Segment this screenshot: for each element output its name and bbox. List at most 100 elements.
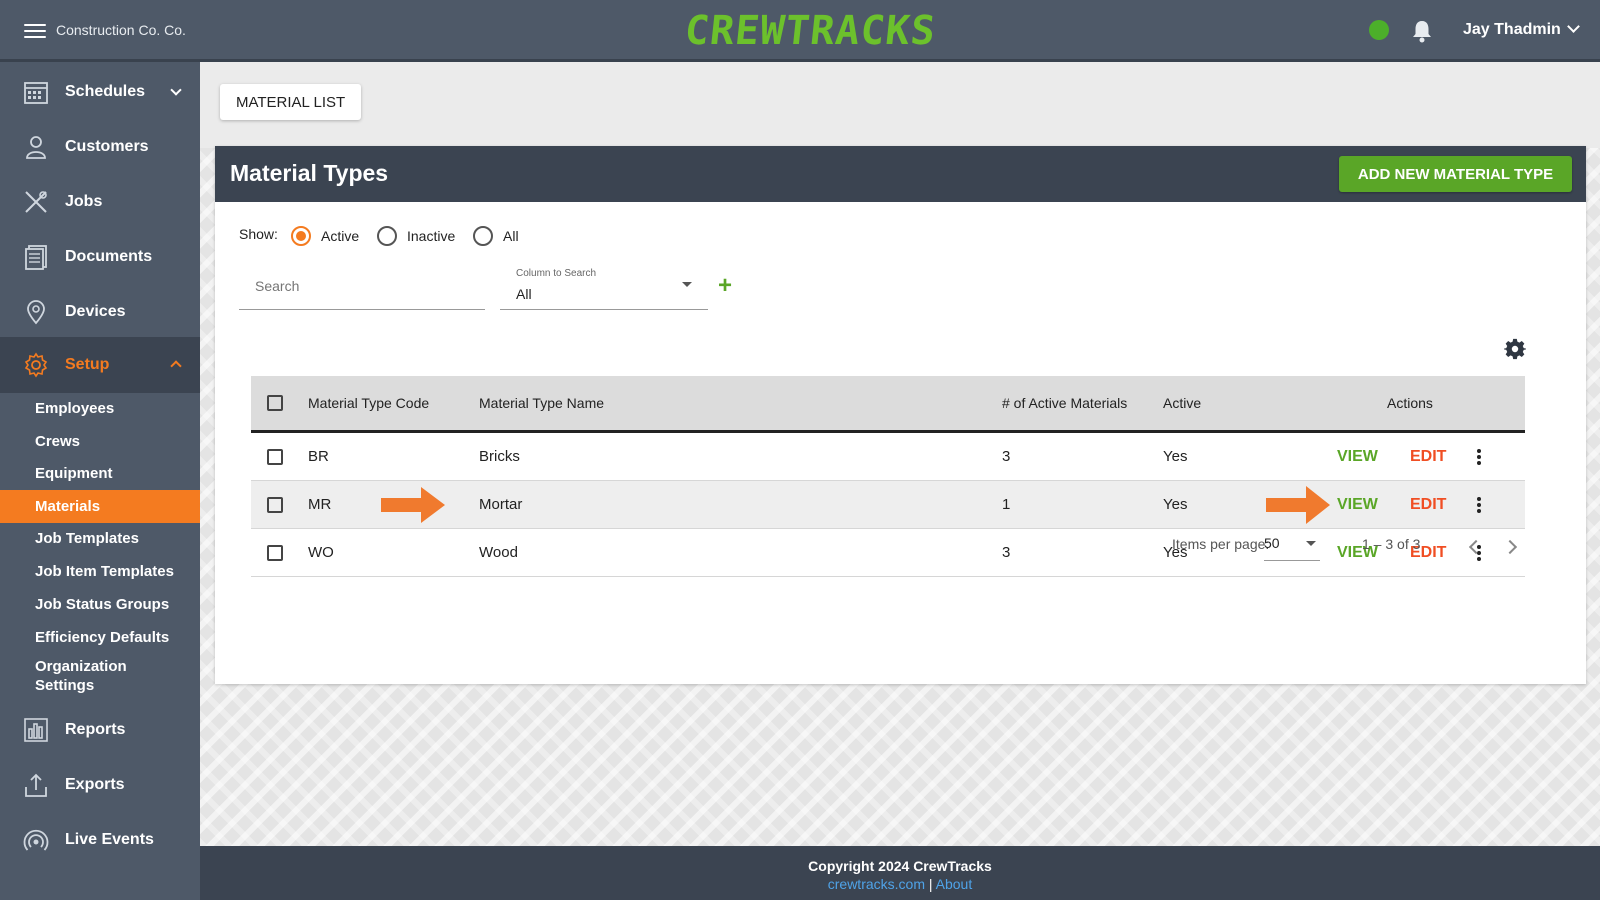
upload-icon — [25, 773, 47, 797]
view-button[interactable]: VIEW — [1337, 481, 1378, 528]
sidebar-subitem-job-templates[interactable]: Job Templates — [0, 522, 200, 555]
header-material-type-name[interactable]: Material Type Name — [479, 376, 604, 430]
bar-chart-icon — [24, 718, 48, 742]
select-value: All — [516, 286, 532, 302]
notifications-bell-icon[interactable] — [1411, 19, 1433, 43]
cell-count: 3 — [1002, 544, 1011, 561]
sidebar-item-label: Jobs — [65, 193, 103, 210]
sidebar-subitem-efficiency-defaults[interactable]: Efficiency Defaults — [0, 621, 200, 654]
sidebar-item-label: Customers — [65, 138, 149, 155]
gear-icon — [24, 352, 48, 378]
more-options-icon[interactable] — [1477, 529, 1481, 576]
radio-unchecked-icon — [473, 226, 493, 246]
header-active-materials-count[interactable]: # of Active Materials — [1002, 376, 1127, 430]
select-value: 50 — [1264, 535, 1280, 551]
more-options-icon[interactable] — [1477, 433, 1481, 480]
sidebar-item-reports[interactable]: Reports — [0, 702, 200, 758]
sidebar-item-label: Setup — [65, 356, 110, 373]
header-active[interactable]: Active — [1163, 376, 1201, 430]
calendar-icon — [24, 82, 48, 104]
sidebar-item-jobs[interactable]: Jobs — [0, 174, 200, 230]
sidebar-item-customers[interactable]: Customers — [0, 119, 200, 175]
sidebar-subitem-materials[interactable]: Materials — [0, 490, 200, 523]
cell-name: Bricks — [479, 448, 520, 465]
select-label: Column to Search — [516, 268, 597, 279]
cell-name: Mortar — [479, 496, 523, 513]
hamburger-menu-icon[interactable] — [24, 20, 46, 42]
view-button[interactable]: VIEW — [1337, 433, 1378, 480]
header-actions: Actions — [1387, 395, 1433, 411]
page-range: 1 – 3 of 3 — [1362, 536, 1421, 552]
tools-icon — [25, 191, 47, 213]
sidebar-subitem-job-item-templates[interactable]: Job Item Templates — [0, 555, 200, 588]
row-checkbox[interactable] — [267, 496, 283, 513]
more-options-icon[interactable] — [1477, 481, 1481, 528]
header-material-type-code[interactable]: Material Type Code — [308, 376, 429, 430]
sidebar-item-exports[interactable]: Exports — [0, 757, 200, 813]
sidebar-subitem-job-status-groups[interactable]: Job Status Groups — [0, 588, 200, 621]
cell-code: MR — [308, 496, 332, 513]
add-filter-plus-icon[interactable]: + — [718, 274, 732, 298]
radio-label: Inactive — [407, 228, 456, 244]
radio-label: All — [503, 228, 519, 244]
items-per-page-select[interactable]: 50 — [1264, 531, 1320, 561]
sidebar-item-devices[interactable]: Devices — [0, 284, 200, 340]
location-pin-icon — [27, 300, 45, 325]
sidebar-item-label: Live Events — [65, 831, 154, 848]
top-bar: Construction Co. Co. CREWTRACKS Jay Thad… — [0, 0, 1600, 62]
cell-active: Yes — [1163, 448, 1188, 465]
settings-gear-icon[interactable] — [1504, 338, 1526, 360]
link-separator: | — [928, 876, 933, 892]
sidebar-item-documents[interactable]: Documents — [0, 229, 200, 285]
company-name: Construction Co. Co. — [56, 22, 186, 38]
crewtracks-logo: CREWTRACKS — [682, 8, 939, 54]
tab-strip: MATERIAL LIST — [200, 62, 1600, 148]
filter-inactive-radio[interactable]: Inactive — [377, 226, 455, 246]
row-checkbox[interactable] — [267, 544, 283, 561]
user-menu[interactable]: Jay Thadmin — [1463, 20, 1580, 39]
sidebar-item-setup[interactable]: Setup — [0, 337, 200, 393]
chevron-up-icon — [170, 360, 182, 372]
column-to-search-select[interactable]: Column to Search All — [500, 262, 708, 310]
search-input[interactable] — [239, 262, 485, 310]
table-header: Material Type Code Material Type Name # … — [251, 376, 1525, 433]
footer: Copyright 2024 CrewTracks crewtracks.com… — [200, 846, 1600, 900]
sidebar-subitem-employees[interactable]: Employees — [0, 392, 200, 425]
sidebar-item-label: Documents — [65, 248, 153, 265]
items-per-page-label: Items per page: — [1172, 536, 1270, 552]
filter-active-radio[interactable]: Active — [291, 226, 359, 246]
sidebar-subitem-crews[interactable]: Crews — [0, 425, 200, 458]
table-row: BR Bricks 3 Yes VIEW EDIT — [251, 433, 1525, 481]
sidebar-item-live-events[interactable]: Live Events — [0, 812, 200, 868]
card-header: Material Types ADD NEW MATERIAL TYPE — [215, 146, 1586, 202]
cell-name: Wood — [479, 544, 518, 561]
sidebar-item-label: Exports — [65, 776, 125, 793]
edit-button[interactable]: EDIT — [1410, 433, 1446, 480]
row-checkbox[interactable] — [267, 448, 283, 465]
about-link[interactable]: About — [936, 876, 973, 892]
customer-icon — [26, 136, 46, 159]
sidebar-subitem-equipment[interactable]: Equipment — [0, 457, 200, 490]
sidebar-item-schedules[interactable]: Schedules — [0, 64, 200, 120]
crewtracks-link[interactable]: crewtracks.com — [828, 876, 925, 892]
filter-all-radio[interactable]: All — [473, 226, 519, 246]
edit-button[interactable]: EDIT — [1410, 481, 1446, 528]
material-types-table: Material Type Code Material Type Name # … — [251, 376, 1525, 577]
cell-count: 1 — [1002, 496, 1011, 513]
dropdown-arrow-icon — [682, 282, 692, 287]
copyright-text: Copyright 2024 CrewTracks — [808, 858, 992, 874]
cell-count: 3 — [1002, 448, 1011, 465]
highlight-arrow-icon — [1266, 486, 1330, 524]
radio-unchecked-icon — [377, 226, 397, 246]
dropdown-arrow-icon — [1306, 541, 1316, 546]
main-content: MATERIAL LIST Material Types ADD NEW MAT… — [200, 62, 1600, 846]
table-row: WO Wood 3 Yes VIEW EDIT — [251, 529, 1525, 577]
radio-checked-icon — [291, 226, 311, 246]
tab-material-list[interactable]: MATERIAL LIST — [220, 84, 362, 120]
sidebar-subitem-organization-settings[interactable]: Organization Settings — [0, 655, 170, 699]
add-new-material-type-button[interactable]: ADD NEW MATERIAL TYPE — [1339, 156, 1572, 192]
select-all-checkbox[interactable] — [267, 395, 283, 411]
footer-links: crewtracks.com | About — [200, 876, 1600, 892]
sidebar: Schedules Customers Jobs Documents Devic… — [0, 62, 200, 900]
radio-label: Active — [321, 228, 360, 244]
